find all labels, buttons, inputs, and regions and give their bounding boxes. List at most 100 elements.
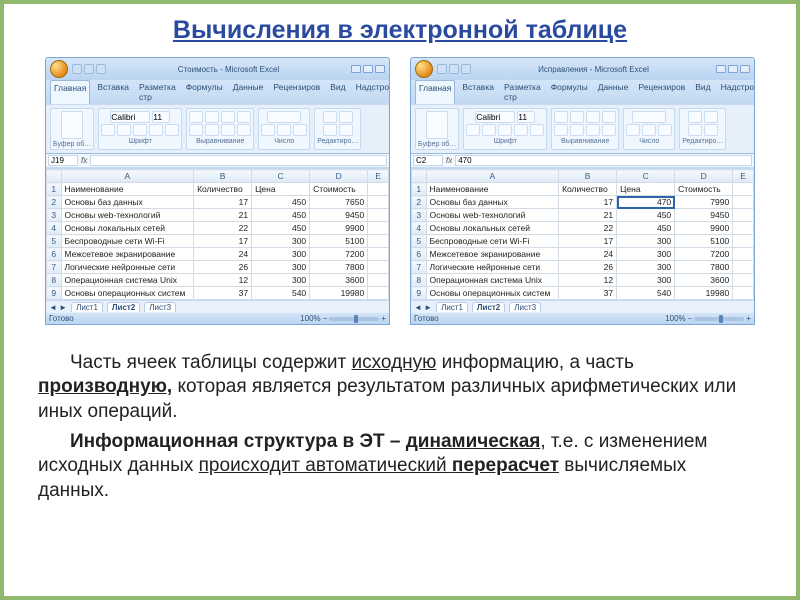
spreadsheet-grid: A B C D E 1НаименованиеКоличествоЦенаСто… [46, 169, 389, 300]
screenshots-row: Стоимость - Microsoft Excel Главная Вста… [22, 57, 778, 325]
name-box: C2 [413, 155, 443, 166]
ribbon-group-label: Редактиро… [682, 138, 723, 145]
ribbon-tab: Вид [327, 80, 348, 104]
ribbon-body: Буфер об… Calibri11 Шрифт Выравнивание Ч… [46, 104, 389, 154]
close-icon [740, 65, 750, 73]
ribbon-tab: Данные [230, 80, 267, 104]
status-text: Готово [414, 314, 439, 323]
excel-screenshot-left: Стоимость - Microsoft Excel Главная Вста… [45, 57, 390, 325]
maximize-icon [363, 65, 373, 73]
col-header: E [368, 170, 389, 183]
maximize-icon [728, 65, 738, 73]
ribbon-group-edit: Редактиро… [679, 108, 726, 150]
ribbon-group-clipboard: Буфер об… [415, 108, 459, 150]
sheet-tab: Лист2 [107, 302, 140, 312]
sheet-area: A B C D E 1НаименованиеКоличествоЦенаСто… [46, 168, 389, 300]
quick-access-toolbar [437, 64, 471, 74]
ribbon-group-label: Буфер об… [53, 141, 91, 148]
col-header: D [310, 170, 368, 183]
zoom-slider [329, 317, 379, 321]
formula-bar: J19 fx [46, 154, 389, 168]
status-text: Готово [49, 314, 74, 323]
ribbon-group-label: Число [274, 138, 294, 145]
ribbon-tabs: Главная Вставка Разметка стр Формулы Дан… [411, 80, 754, 104]
ribbon-tab: Вставка [459, 80, 497, 104]
select-all-corner [47, 170, 62, 183]
minimize-icon [351, 65, 361, 73]
excel-screenshot-right: Исправления - Microsoft Excel Главная Вс… [410, 57, 755, 325]
selected-cell: 470 [617, 196, 675, 209]
paste-icon [426, 111, 448, 139]
col-header: A [61, 170, 194, 183]
ribbon-tab: Надстройки [718, 80, 755, 104]
ribbon-body: Буфер об… Calibri11 Шрифт Выравнивание Ч… [411, 104, 754, 154]
zoom-value: 100% [300, 314, 320, 323]
col-header: D [675, 170, 733, 183]
ribbon-group-label: Выравнивание [196, 138, 244, 145]
window-controls [351, 65, 385, 73]
ribbon-group-label: Шрифт [129, 138, 152, 145]
ribbon-tab: Формулы [183, 80, 226, 104]
slide-frame: Вычисления в электронной таблице Стоимос… [0, 0, 800, 600]
body-text: Часть ячеек таблицы содержит исходную ин… [22, 351, 778, 503]
ribbon-tab: Разметка стр [136, 80, 179, 104]
ribbon-group-align: Выравнивание [186, 108, 254, 150]
formula-input: 470 [455, 155, 752, 166]
formula-bar: C2 fx 470 [411, 154, 754, 168]
zoom-control: 100%−+ [300, 314, 386, 323]
minimize-icon [716, 65, 726, 73]
ribbon-tab: Рецензиров [635, 80, 688, 104]
ribbon-group-edit: Редактиро… [314, 108, 361, 150]
ribbon-group-label: Шрифт [494, 138, 517, 145]
ribbon-tab: Надстройки [353, 80, 390, 104]
font-size-box: 11 [517, 111, 535, 123]
name-box: J19 [48, 155, 78, 166]
spreadsheet-grid: A B C D E 1НаименованиеКоличествоЦенаСто… [411, 169, 754, 300]
window-controls [716, 65, 750, 73]
fx-icon: fx [81, 156, 87, 165]
ribbon-tab: Данные [595, 80, 632, 104]
sheet-area: A B C D E 1НаименованиеКоличествоЦенаСто… [411, 168, 754, 300]
ribbon-tab: Разметка стр [501, 80, 544, 104]
ribbon-tab: Вид [692, 80, 713, 104]
slide-title: Вычисления в электронной таблице [22, 16, 778, 45]
status-bar: Готово 100%−+ [46, 313, 389, 324]
paragraph-1: Часть ячеек таблицы содержит исходную ин… [38, 351, 762, 424]
sheet-tabs-bar: ◄ ► Лист1 Лист2 Лист3 [46, 300, 389, 313]
ribbon-group-font: Calibri11 Шрифт [463, 108, 547, 150]
ribbon-group-font: Calibri11 Шрифт [98, 108, 182, 150]
ribbon-tabs: Главная Вставка Разметка стр Формулы Дан… [46, 80, 389, 104]
paragraph-2: Информационная структура в ЭТ – динамиче… [38, 430, 762, 503]
ribbon-group-label: Буфер об… [418, 141, 456, 148]
select-all-corner [412, 170, 427, 183]
status-bar: Готово 100%−+ [411, 313, 754, 324]
zoom-slider [694, 317, 744, 321]
col-header: C [617, 170, 675, 183]
ribbon-group-clipboard: Буфер об… [50, 108, 94, 150]
fx-icon: fx [446, 156, 452, 165]
ribbon-tab: Формулы [548, 80, 591, 104]
sheet-tab: Лист1 [436, 302, 468, 312]
paste-icon [61, 111, 83, 139]
ribbon-group-label: Число [639, 138, 659, 145]
window-titlebar: Стоимость - Microsoft Excel [46, 58, 389, 80]
formula-input [90, 155, 387, 166]
office-orb-icon [415, 60, 433, 78]
window-titlebar: Исправления - Microsoft Excel [411, 58, 754, 80]
col-header: E [733, 170, 754, 183]
sheet-tab: Лист3 [144, 302, 176, 312]
zoom-control: 100%−+ [665, 314, 751, 323]
font-name-box: Calibri [110, 111, 150, 123]
close-icon [375, 65, 385, 73]
ribbon-tab: Рецензиров [270, 80, 323, 104]
sheet-tabs-bar: ◄ ► Лист1 Лист2 Лист3 [411, 300, 754, 313]
ribbon-group-label: Выравнивание [561, 138, 609, 145]
font-name-box: Calibri [475, 111, 515, 123]
col-header: C [252, 170, 310, 183]
col-header-row: A B C D E [47, 170, 389, 183]
sheet-tab: Лист1 [71, 302, 103, 312]
font-size-box: 11 [152, 111, 170, 123]
ribbon-group-number: Число [623, 108, 675, 150]
window-title: Исправления - Microsoft Excel [471, 65, 716, 74]
sheet-tab: Лист2 [472, 302, 505, 312]
